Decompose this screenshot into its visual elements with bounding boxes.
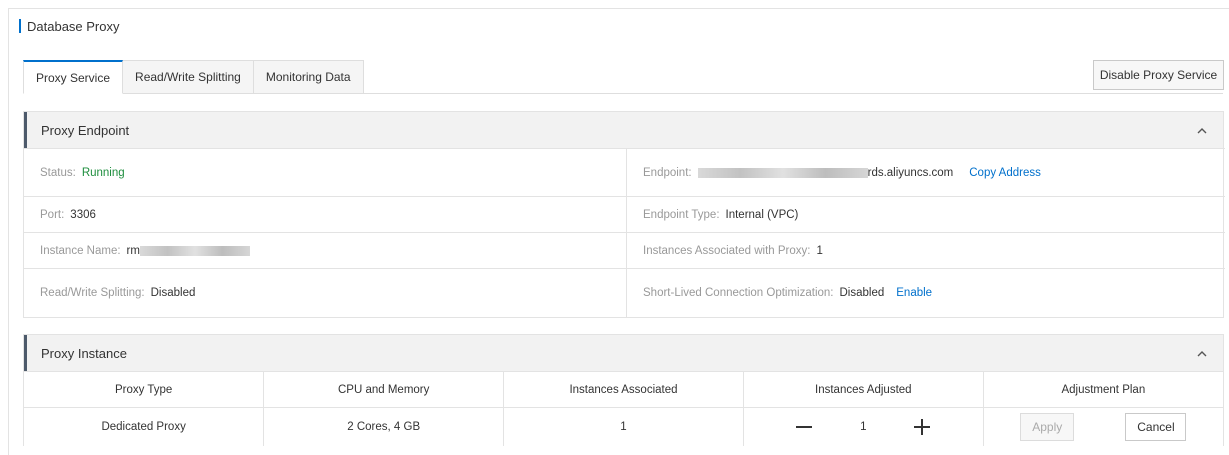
proxy-instance-table: Proxy Type CPU and Memory Instances Asso…: [24, 371, 1223, 446]
column-header: Instances Associated: [503, 371, 744, 408]
endpoint-type-label: Endpoint Type:: [643, 208, 720, 221]
proxy-endpoint-details: Status: Running Endpoint: rds.aliyuncs.c…: [24, 148, 1225, 317]
instance-name-redacted: [139, 245, 250, 256]
short-lived-value: Disabled: [839, 287, 885, 299]
column-header: Proxy Type: [24, 371, 264, 408]
apply-button[interactable]: Apply: [1020, 412, 1075, 441]
column-header: Instances Adjusted: [742, 371, 984, 408]
instances-associated-label: Instances Associated with Proxy:: [643, 244, 811, 257]
title-accent-bar: [19, 19, 21, 33]
instances-associated-row: Instances Associated with Proxy: 1: [626, 232, 1225, 268]
proxy-endpoint-header: Proxy Endpoint: [24, 112, 1223, 148]
chevron-up-icon[interactable]: [1193, 344, 1211, 362]
proxy-type-cell: Dedicated Proxy: [24, 407, 264, 446]
main-frame: Database Proxy Proxy Service Read/Write …: [8, 8, 1229, 455]
proxy-instance-header: Proxy Instance: [24, 335, 1223, 371]
port-label: Port:: [40, 208, 65, 221]
tab-proxy-service[interactable]: Proxy Service: [23, 60, 124, 94]
endpoint-value-suffix: rds.aliyuncs.com: [867, 166, 954, 179]
instances-adjusted-stepper: 1: [791, 415, 935, 439]
tab-monitoring-data[interactable]: Monitoring Data: [253, 60, 364, 94]
instances-adjusted-cell: 1: [742, 407, 984, 446]
cancel-button[interactable]: Cancel: [1125, 412, 1187, 441]
instances-adjusted-value[interactable]: 1: [817, 421, 909, 433]
proxy-endpoint-title: Proxy Endpoint: [41, 122, 130, 138]
cpu-memory-cell: 2 Cores, 4 GB: [263, 407, 504, 446]
endpoint-type-row: Endpoint Type: Internal (VPC): [626, 196, 1225, 232]
tab-read-write-splitting[interactable]: Read/Write Splitting: [123, 60, 254, 94]
page-title: Database Proxy: [27, 18, 120, 34]
tab-bar: Proxy Service Read/Write Splitting Monit…: [23, 60, 364, 94]
instance-name-prefix: rm: [126, 244, 140, 257]
rw-splitting-value: Disabled: [150, 287, 196, 299]
instances-associated-value: 1: [816, 244, 823, 257]
rw-splitting-label: Read/Write Splitting:: [40, 287, 145, 299]
proxy-endpoint-panel: Proxy Endpoint Status: Running Endpoint:…: [23, 111, 1225, 318]
status-row: Status: Running: [24, 148, 626, 196]
instances-associated-cell: 1: [503, 407, 744, 446]
page-header: Database Proxy: [19, 18, 120, 34]
adjustment-plan-cell: Apply Cancel: [982, 407, 1223, 446]
disable-proxy-service-button[interactable]: Disable Proxy Service: [1093, 60, 1224, 90]
status-value: Running: [81, 166, 125, 179]
instance-name-row: Instance Name: rm: [24, 232, 626, 268]
column-header: Adjustment Plan: [982, 371, 1223, 408]
endpoint-label: Endpoint:: [643, 166, 692, 179]
plus-icon[interactable]: [909, 415, 935, 439]
proxy-instance-panel: Proxy Instance Proxy Type CPU and Memory…: [23, 334, 1224, 446]
short-lived-label: Short-Lived Connection Optimization:: [643, 287, 834, 299]
proxy-instance-title: Proxy Instance: [41, 345, 127, 361]
rw-splitting-row: Read/Write Splitting: Disabled: [24, 268, 626, 317]
port-row: Port: 3306: [24, 196, 626, 232]
minus-icon[interactable]: [791, 415, 817, 439]
endpoint-row: Endpoint: rds.aliyuncs.com Copy Address: [626, 148, 1225, 196]
instance-name-label: Instance Name:: [40, 244, 121, 257]
table-header-row: Proxy Type CPU and Memory Instances Asso…: [24, 371, 1223, 408]
enable-link[interactable]: Enable: [896, 287, 932, 299]
endpoint-type-value: Internal (VPC): [725, 208, 799, 221]
short-lived-row: Short-Lived Connection Optimization: Dis…: [626, 268, 1225, 317]
endpoint-redacted: [697, 167, 868, 178]
copy-address-link[interactable]: Copy Address: [969, 167, 1041, 179]
chevron-up-icon[interactable]: [1193, 121, 1211, 139]
table-row: Dedicated Proxy 2 Cores, 4 GB 1 1 Apply …: [24, 407, 1223, 446]
status-label: Status:: [40, 166, 76, 179]
port-value: 3306: [70, 208, 96, 221]
column-header: CPU and Memory: [263, 371, 504, 408]
